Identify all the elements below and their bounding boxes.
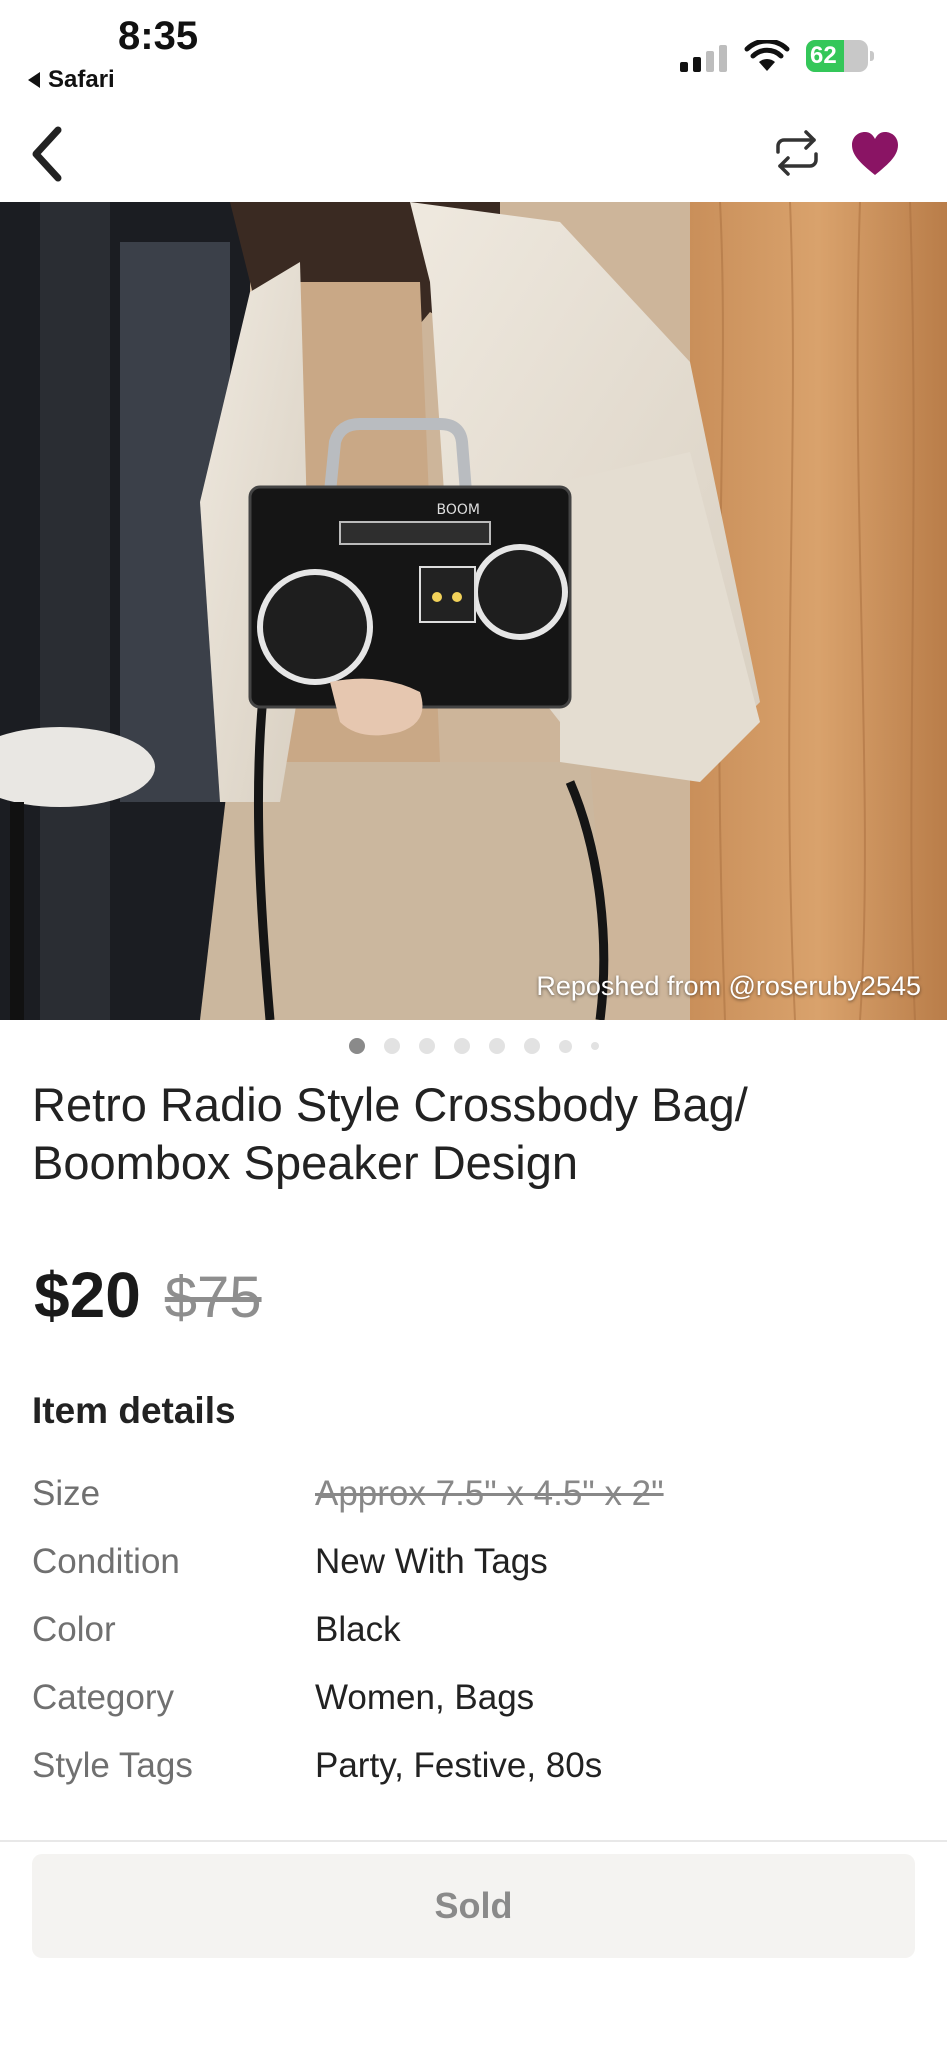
wifi-icon — [744, 40, 790, 71]
battery-icon: 62 — [806, 40, 874, 72]
carousel-dot[interactable] — [558, 1039, 572, 1053]
listing-nav-bar — [0, 110, 947, 200]
bag-text: BOOM — [437, 502, 480, 518]
detail-row-style-tags: Style Tags Party, Festive, 80s — [32, 1732, 912, 1800]
repost-credit[interactable]: Reposhed from @roseruby2545 — [536, 971, 921, 1002]
item-details-list: Size Approx 7.5" x 4.5" x 2" Condition N… — [32, 1460, 912, 1800]
product-photo[interactable]: BOOM Reposhed from @roseruby2545 — [0, 202, 947, 1020]
sold-button[interactable]: Sold — [32, 1854, 915, 1958]
detail-row-condition: Condition New With Tags — [32, 1528, 912, 1596]
current-price: $20 — [34, 1259, 141, 1331]
detail-value: New With Tags — [315, 1542, 548, 1581]
detail-row-category: Category Women, Bags — [32, 1664, 912, 1732]
carousel-dot[interactable] — [453, 1038, 470, 1054]
detail-value: Approx 7.5" x 4.5" x 2" — [315, 1474, 664, 1513]
heart-icon[interactable] — [850, 130, 900, 178]
back-triangle-icon — [28, 72, 40, 88]
price-row: $20 $75 — [34, 1258, 262, 1332]
carousel-dot[interactable] — [590, 1042, 599, 1050]
product-photo-illustration: BOOM — [0, 202, 947, 1020]
cellular-signal-icon — [680, 44, 727, 72]
status-bar: 8:35 Safari 62 — [0, 0, 947, 100]
detail-value: Black — [315, 1610, 401, 1649]
detail-value[interactable]: Party, Festive, 80s — [315, 1746, 602, 1786]
item-details-heading: Item details — [32, 1390, 236, 1431]
battery-percent: 62 — [810, 42, 837, 69]
listing-title: Retro Radio Style Crossbody Bag/ Boombox… — [32, 1078, 748, 1189]
detail-row-color: Color Black — [32, 1596, 912, 1664]
detail-value[interactable]: Women, Bags — [315, 1678, 534, 1718]
detail-row-size: Size Approx 7.5" x 4.5" x 2" — [32, 1460, 912, 1528]
detail-label: Size — [32, 1474, 101, 1513]
carousel-dot[interactable] — [348, 1038, 365, 1054]
carousel-dot[interactable] — [523, 1038, 540, 1054]
detail-label: Condition — [32, 1542, 180, 1581]
original-price: $75 — [164, 1265, 262, 1330]
chevron-left-icon[interactable] — [26, 124, 68, 184]
back-to-safari-link[interactable]: Safari — [28, 66, 115, 94]
carousel-dot[interactable] — [383, 1038, 400, 1054]
status-time: 8:35 — [118, 14, 199, 58]
detail-label: Color — [32, 1610, 116, 1649]
carousel-dot[interactable] — [418, 1038, 435, 1054]
carousel-indicator[interactable] — [0, 1036, 947, 1056]
detail-label: Style Tags — [32, 1746, 193, 1785]
repost-arrows-icon[interactable] — [772, 126, 822, 180]
bottom-divider — [0, 1840, 947, 1842]
back-app-label: Safari — [48, 66, 115, 93]
detail-label: Category — [32, 1678, 175, 1717]
carousel-dot[interactable] — [488, 1038, 505, 1054]
